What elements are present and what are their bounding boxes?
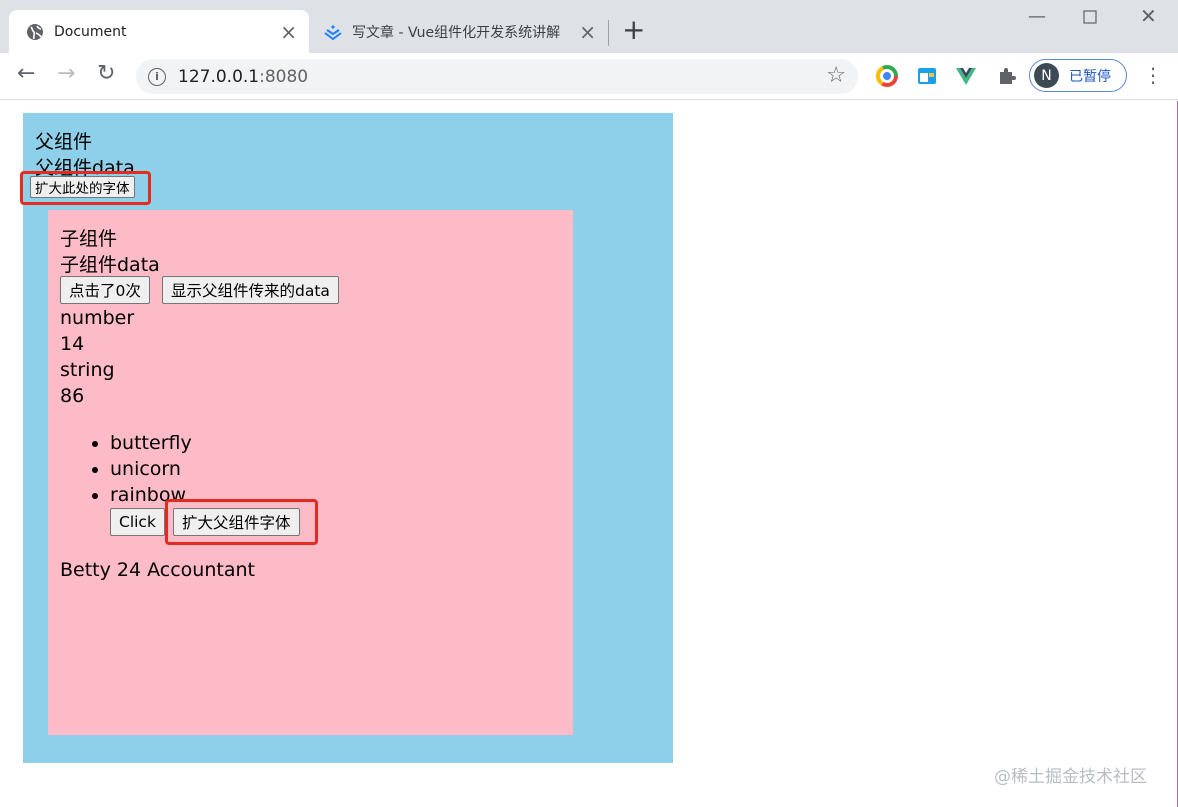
list-item: unicorn — [110, 456, 192, 482]
string-type-label: string — [60, 359, 115, 381]
show-parent-data-button[interactable]: 显示父组件传来的data — [162, 276, 339, 304]
close-tab-icon[interactable]: × — [280, 22, 297, 42]
back-arrow-icon[interactable]: ← — [17, 63, 35, 85]
watermark: @稀土掘金技术社区 — [994, 767, 1147, 787]
more-menu-icon[interactable]: ⋮ — [1143, 63, 1163, 87]
vue-devtools-icon[interactable] — [955, 65, 977, 87]
profile-button[interactable]: N 已暂停 — [1029, 59, 1127, 92]
page-content: 父组件 父组件data 扩大此处的字体 子组件 子组件data 点击了0次 显示… — [0, 101, 1178, 807]
new-tab-button[interactable]: + — [622, 16, 645, 44]
extensions-puzzle-icon[interactable] — [996, 65, 1018, 87]
maximize-icon[interactable] — [1083, 8, 1097, 29]
click-button[interactable]: Click — [110, 508, 165, 536]
globe-icon — [27, 23, 43, 40]
number-type-label: number — [60, 307, 135, 329]
screenshot-extension-icon[interactable] — [916, 65, 938, 87]
tab-divider — [608, 20, 609, 46]
string-value: 86 — [60, 385, 85, 407]
browser-toolbar: ← → ↻ i 127.0.0.1:8080 ☆ N 已暂停 ⋮ — [0, 53, 1178, 100]
child-data-text: 子组件data — [60, 254, 160, 276]
list-item: butterfly — [110, 430, 192, 456]
url-text[interactable]: 127.0.0.1:8080 — [178, 67, 308, 87]
parent-component: 父组件 父组件data 扩大此处的字体 子组件 子组件data 点击了0次 显示… — [20, 113, 673, 763]
tab-strip: Document × 写文章 - Vue组件化开发系统讲解 × + — ✕ — [0, 0, 1178, 53]
parent-title: 父组件 — [35, 131, 93, 153]
forward-arrow-icon[interactable]: → — [57, 63, 75, 85]
site-info-icon[interactable]: i — [148, 67, 166, 86]
child-title: 子组件 — [60, 228, 118, 250]
reload-icon[interactable]: ↻ — [97, 63, 115, 85]
bookmark-star-icon[interactable]: ☆ — [826, 63, 846, 88]
child-component: 子组件 子组件data 点击了0次 显示父组件传来的data number 14… — [48, 210, 573, 735]
enlarge-parent-font-button[interactable]: 扩大父组件字体 — [173, 508, 300, 536]
tab-juejin-article[interactable]: 写文章 - Vue组件化开发系统讲解 × — [312, 10, 608, 53]
profile-status: 已暂停 — [1069, 68, 1111, 85]
close-window-icon[interactable]: ✕ — [1140, 4, 1157, 28]
address-bar[interactable]: i 127.0.0.1:8080 ☆ — [136, 59, 858, 94]
item-list: butterfly unicorn rainbow — [72, 430, 192, 508]
juejin-logo-icon — [324, 24, 342, 40]
list-item: rainbow — [110, 482, 192, 508]
tab-title: Document — [54, 23, 127, 40]
tab-document[interactable]: Document × — [9, 10, 309, 53]
person-info: Betty 24 Accountant — [60, 559, 255, 581]
close-tab-icon[interactable]: × — [579, 22, 596, 42]
minimize-icon[interactable]: — — [1028, 6, 1046, 27]
avatar: N — [1034, 63, 1059, 88]
enlarge-font-button[interactable]: 扩大此处的字体 — [30, 176, 135, 198]
number-value: 14 — [60, 333, 85, 355]
click-count-button[interactable]: 点击了0次 — [60, 276, 150, 304]
tab-title: 写文章 - Vue组件化开发系统讲解 — [352, 24, 561, 41]
chrome-colorful-extension-icon[interactable] — [876, 65, 898, 87]
